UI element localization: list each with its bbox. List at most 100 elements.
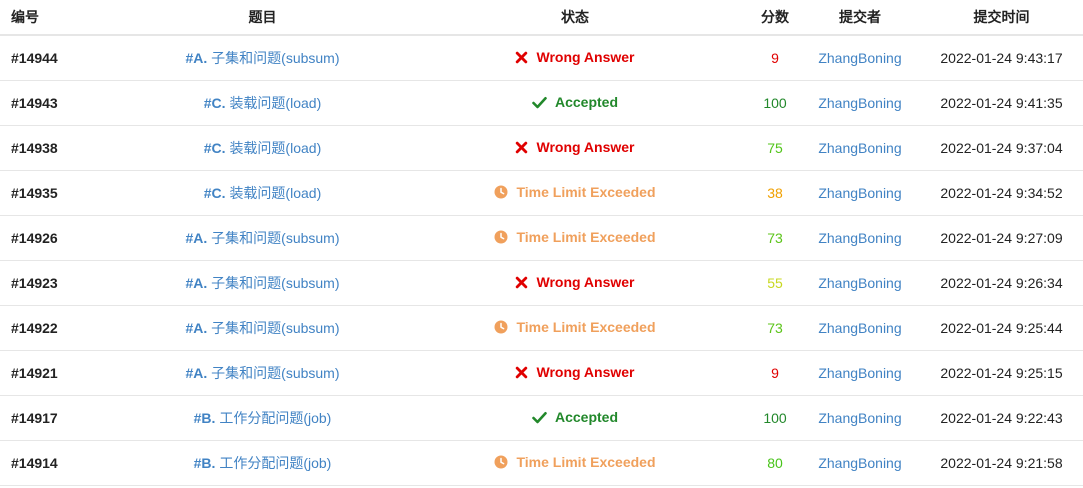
status-link[interactable]: Wrong Answer (515, 139, 635, 155)
submitter-cell: ZhangBoning (800, 215, 920, 261)
submitter-link[interactable]: ZhangBoning (818, 230, 901, 246)
submitter-link[interactable]: ZhangBoning (818, 455, 901, 471)
score-cell: 100 (750, 80, 800, 126)
status-label: Time Limit Exceeded (516, 184, 656, 200)
status-link[interactable]: Time Limit Exceeded (494, 319, 656, 335)
status-cell: Time Limit Exceeded (400, 440, 750, 486)
submitter-link[interactable]: ZhangBoning (818, 365, 901, 381)
status-link[interactable]: Accepted (532, 409, 618, 425)
status-link[interactable]: Time Limit Exceeded (494, 229, 656, 245)
problem-link[interactable]: #B. 工作分配问题(job) (194, 410, 332, 426)
problem-code: #C. (203, 185, 226, 201)
problem-code: #B. (193, 455, 216, 471)
submitter-link[interactable]: ZhangBoning (818, 140, 901, 156)
problem-cell: #C. 装载问题(load) (125, 125, 400, 171)
table-row: #14926 #A. 子集和问题(subsum) Time Limit Exce… (0, 215, 1083, 261)
submission-id[interactable]: #14921 (0, 350, 125, 396)
problem-link[interactable]: #A. 子集和问题(subsum) (185, 275, 339, 291)
submissions-table: 编号 题目 状态 分数 提交者 提交时间 #14944 #A. 子集和问题(su… (0, 0, 1083, 486)
score-cell: 73 (750, 305, 800, 351)
problem-link[interactable]: #A. 子集和问题(subsum) (185, 365, 339, 381)
problem-name: 子集和问题(subsum) (211, 275, 340, 291)
table-header: 编号 题目 状态 分数 提交者 提交时间 (0, 0, 1083, 36)
problem-name: 子集和问题(subsum) (211, 230, 340, 246)
status-label: Wrong Answer (536, 274, 635, 291)
score-cell: 9 (750, 350, 800, 396)
score-value[interactable]: 75 (767, 140, 783, 156)
submitter-link[interactable]: ZhangBoning (818, 50, 901, 66)
score-value[interactable]: 100 (763, 410, 786, 426)
table-body: #14944 #A. 子集和问题(subsum) Wrong Answer 9 … (0, 35, 1083, 486)
status-link[interactable]: Time Limit Exceeded (494, 454, 656, 470)
problem-name: 装载问题(load) (229, 185, 322, 201)
problem-code: #B. (193, 410, 216, 426)
problem-code: #A. (185, 230, 208, 246)
submitter-link[interactable]: ZhangBoning (818, 185, 901, 201)
check-icon (532, 96, 547, 109)
problem-link[interactable]: #C. 装载问题(load) (204, 140, 321, 156)
table-row: #14917 #B. 工作分配问题(job) Accepted 100 Zhan… (0, 395, 1083, 441)
submission-id[interactable]: #14923 (0, 260, 125, 306)
submitter-link[interactable]: ZhangBoning (818, 320, 901, 336)
submission-id[interactable]: #14914 (0, 440, 125, 486)
status-label: Accepted (554, 94, 619, 111)
submitter-cell: ZhangBoning (800, 305, 920, 351)
status-cell: Wrong Answer (400, 260, 750, 306)
x-icon (515, 51, 528, 64)
status-link[interactable]: Wrong Answer (515, 274, 635, 291)
header-score: 分数 (750, 0, 800, 36)
score-cell: 73 (750, 215, 800, 261)
submission-id[interactable]: #14922 (0, 305, 125, 351)
score-cell: 100 (750, 395, 800, 441)
submission-id[interactable]: #14935 (0, 170, 125, 216)
submitter-cell: ZhangBoning (800, 170, 920, 216)
submitter-cell: ZhangBoning (800, 125, 920, 171)
score-value[interactable]: 9 (771, 365, 779, 381)
score-value[interactable]: 100 (763, 95, 786, 111)
submitter-cell: ZhangBoning (800, 260, 920, 306)
status-link[interactable]: Time Limit Exceeded (494, 184, 656, 200)
problem-link[interactable]: #A. 子集和问题(subsum) (185, 230, 339, 246)
problem-code: #A. (185, 275, 208, 291)
problem-cell: #A. 子集和问题(subsum) (125, 305, 400, 351)
score-value[interactable]: 9 (771, 50, 779, 66)
submission-id[interactable]: #14943 (0, 80, 125, 126)
submitter-cell: ZhangBoning (800, 80, 920, 126)
table-row: #14944 #A. 子集和问题(subsum) Wrong Answer 9 … (0, 35, 1083, 81)
table-row: #14922 #A. 子集和问题(subsum) Time Limit Exce… (0, 305, 1083, 351)
clock-icon (494, 320, 508, 334)
status-link[interactable]: Wrong Answer (515, 364, 635, 381)
problem-name: 子集和问题(subsum) (211, 50, 340, 66)
status-cell: Accepted (400, 80, 750, 126)
submitter-link[interactable]: ZhangBoning (818, 275, 901, 291)
submission-id[interactable]: #14917 (0, 395, 125, 441)
submitter-link[interactable]: ZhangBoning (818, 410, 901, 426)
problem-cell: #A. 子集和问题(subsum) (125, 350, 400, 396)
problem-cell: #A. 子集和问题(subsum) (125, 35, 400, 81)
problem-name: 工作分配问题(job) (219, 410, 332, 426)
problem-link[interactable]: #C. 装载问题(load) (204, 95, 321, 111)
submit-time: 2022-01-24 9:43:17 (920, 35, 1083, 81)
status-label: Wrong Answer (536, 364, 635, 381)
status-cell: Time Limit Exceeded (400, 215, 750, 261)
problem-link[interactable]: #B. 工作分配问题(job) (194, 455, 332, 471)
status-link[interactable]: Accepted (532, 94, 618, 110)
score-value[interactable]: 73 (767, 230, 783, 246)
submitter-cell: ZhangBoning (800, 395, 920, 441)
score-value[interactable]: 55 (767, 275, 783, 291)
problem-link[interactable]: #C. 装载问题(load) (204, 185, 321, 201)
status-link[interactable]: Wrong Answer (515, 49, 635, 65)
submission-id[interactable]: #14938 (0, 125, 125, 171)
submission-id[interactable]: #14944 (0, 35, 125, 81)
submitter-link[interactable]: ZhangBoning (818, 95, 901, 111)
score-value[interactable]: 38 (767, 185, 783, 201)
problem-link[interactable]: #A. 子集和问题(subsum) (185, 50, 339, 66)
score-value[interactable]: 80 (767, 455, 783, 471)
clock-icon (494, 230, 508, 244)
problem-code: #A. (185, 365, 208, 381)
submission-id[interactable]: #14926 (0, 215, 125, 261)
problem-link[interactable]: #A. 子集和问题(subsum) (185, 320, 339, 336)
score-value[interactable]: 73 (767, 320, 783, 336)
status-cell: Time Limit Exceeded (400, 170, 750, 216)
submit-time: 2022-01-24 9:21:58 (920, 440, 1083, 486)
